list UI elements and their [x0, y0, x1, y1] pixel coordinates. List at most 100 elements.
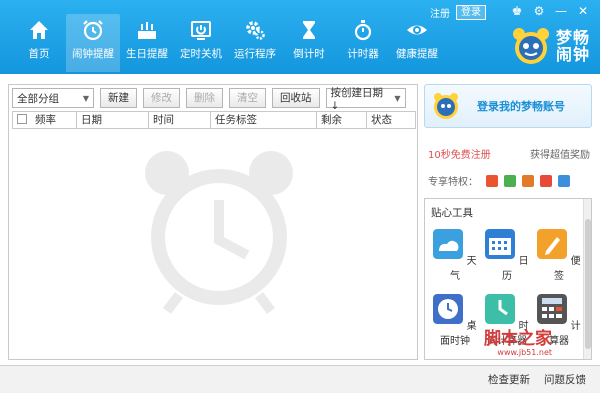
- nav-countdown[interactable]: 倒计时: [282, 14, 336, 72]
- column-frequency-label: 频率: [35, 114, 56, 126]
- tool-desktop-clock[interactable]: 桌面时钟: [429, 294, 481, 347]
- recycle-bin-button[interactable]: 回收站: [272, 88, 320, 108]
- desktop-clock-icon: [433, 294, 464, 324]
- close-icon[interactable]: ✕: [576, 4, 590, 18]
- nav-countdown-label: 倒计时: [293, 48, 325, 60]
- status-bar: 检查更新 问题反馈: [0, 365, 600, 393]
- login-prompt[interactable]: 登录我的梦畅账号: [477, 98, 565, 114]
- note-icon: [537, 229, 568, 259]
- weather-icon: [433, 229, 464, 259]
- time-calculator-icon: [485, 294, 516, 324]
- settings-icon[interactable]: ⚙: [532, 4, 546, 18]
- nav-shutdown[interactable]: 定时关机: [174, 14, 228, 72]
- promo-row: 10秒免费注册 获得超值奖励: [424, 146, 592, 161]
- perk-icons: [486, 174, 570, 187]
- perks-label: 专享特权：: [428, 177, 478, 188]
- group-select[interactable]: 全部分组 ▼: [12, 88, 94, 108]
- site-watermark: 脚本之家 www.jb51.net: [484, 330, 552, 357]
- site-watermark-text: 脚本之家: [484, 329, 552, 349]
- pencil-icon[interactable]: [504, 174, 516, 187]
- column-task-label[interactable]: 任务标签: [211, 112, 317, 128]
- nav-home-label: 首页: [28, 48, 50, 60]
- feedback-link[interactable]: 问题反馈: [544, 372, 586, 387]
- scrollbar-thumb[interactable]: [585, 219, 591, 349]
- free-register-link[interactable]: 10秒免费注册: [428, 146, 491, 161]
- gift-icon[interactable]: [486, 174, 498, 187]
- nav-home[interactable]: 首页: [12, 14, 66, 72]
- tool-weather[interactable]: 天气: [429, 229, 481, 282]
- app-name-line1: 梦畅: [555, 28, 590, 47]
- nav-shutdown-label: 定时关机: [180, 48, 222, 60]
- window-controls: ♚ ⚙ — ✕: [510, 4, 590, 18]
- eye-icon: [407, 25, 427, 35]
- skin-theme-icon[interactable]: [558, 174, 570, 187]
- list-toolbar: 全部分组 ▼ 新建 修改 删除 清空 回收站 按创建日期↓ ▼: [12, 87, 406, 112]
- clear-button[interactable]: 清空: [229, 88, 266, 108]
- select-all-checkbox[interactable]: [17, 114, 27, 124]
- nav-health-label: 健康提醒: [396, 48, 438, 60]
- power-icon: [191, 21, 211, 40]
- birthday-cake-icon: [138, 22, 156, 39]
- sort-select[interactable]: 按创建日期↓ ▼: [325, 87, 406, 112]
- nav-alarm[interactable]: 闹钟提醒: [66, 14, 120, 72]
- column-time[interactable]: 时间: [149, 112, 211, 128]
- table-header: 频率 日期 时间 任务标签 剩余 状态: [12, 111, 416, 129]
- edit-button[interactable]: 修改: [143, 88, 180, 108]
- list-icon[interactable]: [522, 174, 534, 187]
- calculator-icon: [537, 294, 568, 324]
- site-watermark-url: www.jb51.net: [497, 348, 552, 357]
- nav-health[interactable]: 健康提醒: [390, 14, 444, 72]
- gear-icon: [246, 21, 265, 40]
- account-links: 注册 登录: [430, 5, 486, 20]
- alarm-list-panel: 全部分组 ▼ 新建 修改 删除 清空 回收站 按创建日期↓ ▼ 频率 日期 时间…: [8, 84, 418, 360]
- empty-alarm-watermark-icon: [145, 151, 293, 314]
- tools-scrollbar[interactable]: [583, 199, 591, 359]
- login-button[interactable]: 登录: [456, 5, 486, 20]
- tool-weather-label: 天气: [450, 256, 477, 282]
- tool-calendar-label: 日历: [502, 256, 529, 282]
- delete-button[interactable]: 删除: [186, 88, 223, 108]
- calendar-icon: [485, 229, 516, 259]
- app-name: 梦畅 闹钟: [556, 29, 590, 63]
- present-icon[interactable]: [540, 174, 552, 187]
- hourglass-icon: [303, 21, 315, 39]
- chevron-down-icon: ▼: [82, 93, 89, 103]
- nav-timer-label: 计时器: [347, 48, 379, 60]
- status-links: 检查更新 问题反馈: [488, 372, 586, 387]
- alarm-icon: [83, 20, 103, 41]
- perks-row: 专享特权：: [424, 173, 592, 188]
- login-card[interactable]: 登录我的梦畅账号: [424, 84, 592, 128]
- column-remaining[interactable]: 剩余: [317, 112, 367, 128]
- minimize-icon[interactable]: —: [554, 4, 568, 18]
- reward-text: 获得超值奖励: [530, 150, 590, 161]
- check-update-link[interactable]: 检查更新: [488, 372, 530, 387]
- column-status[interactable]: 状态: [367, 112, 415, 128]
- title-bar: 首页 闹钟提醒 生日提醒 定时关机 运行程序 倒计时 计时器 健康提醒 注册 登…: [0, 0, 600, 74]
- chevron-down-icon: ▼: [394, 93, 401, 103]
- account-panel: 登录我的梦畅账号 10秒免费注册 获得超值奖励 专享特权：: [424, 84, 592, 188]
- home-icon: [30, 21, 48, 39]
- tool-note-label: 便签: [554, 256, 581, 282]
- column-date[interactable]: 日期: [77, 112, 149, 128]
- column-frequency[interactable]: 频率: [13, 112, 77, 128]
- nav-alarm-label: 闹钟提醒: [72, 48, 114, 60]
- group-select-value: 全部分组: [17, 92, 59, 105]
- stopwatch-icon: [354, 20, 372, 41]
- nav-timer[interactable]: 计时器: [336, 14, 390, 72]
- tool-desktop-clock-label: 桌面时钟: [440, 321, 477, 347]
- tools-title: 贴心工具: [431, 207, 473, 219]
- nav-run-program[interactable]: 运行程序: [228, 14, 282, 72]
- sort-select-value: 按创建日期↓: [330, 86, 384, 112]
- new-button[interactable]: 新建: [100, 88, 137, 108]
- app-logo: 梦畅 闹钟: [510, 26, 590, 66]
- skin-icon[interactable]: ♚: [510, 4, 524, 18]
- register-link[interactable]: 注册: [430, 5, 450, 20]
- tool-calculator-label: 计算器: [549, 321, 581, 347]
- nav-birthday[interactable]: 生日提醒: [120, 14, 174, 72]
- tool-calendar[interactable]: 日历: [481, 229, 533, 282]
- app-name-line2: 闹钟: [555, 45, 590, 64]
- tool-note[interactable]: 便签: [533, 229, 585, 282]
- nav-birthday-label: 生日提醒: [126, 48, 168, 60]
- alarm-mascot-icon: [512, 28, 549, 64]
- main-nav: 首页 闹钟提醒 生日提醒 定时关机 运行程序 倒计时 计时器 健康提醒: [12, 14, 444, 72]
